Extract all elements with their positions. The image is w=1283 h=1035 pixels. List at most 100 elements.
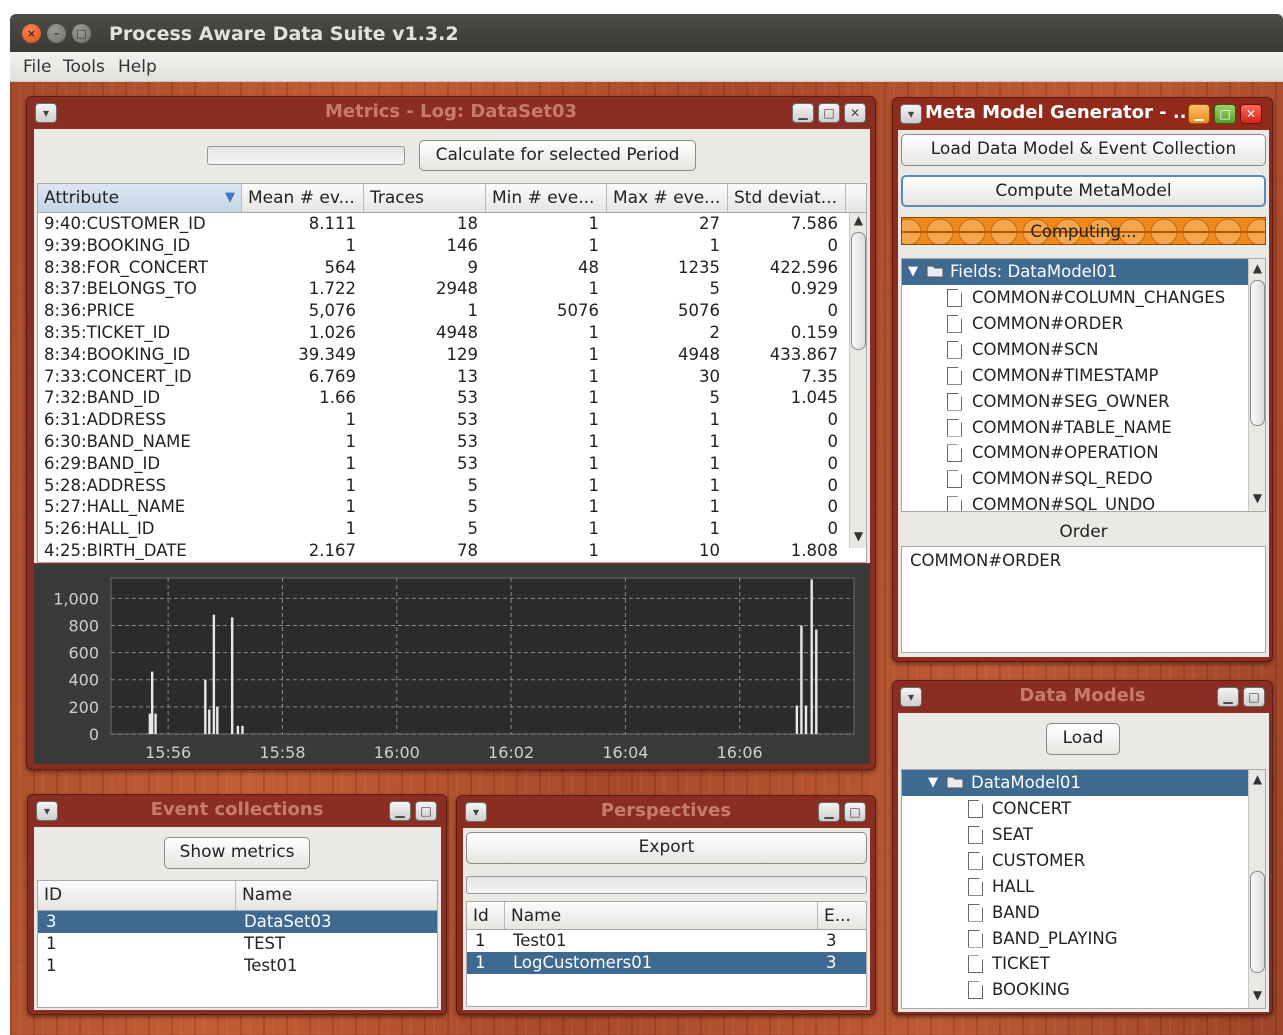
tree-item[interactable]: COMMON#SEG_OWNER — [902, 389, 1248, 415]
frame-minimize-button[interactable]: ▁ — [389, 801, 411, 821]
table-row[interactable]: 6:31:ADDRESS 1 53 1 1 0 — [38, 409, 850, 431]
table-row[interactable]: 3 DataSet03 — [38, 911, 437, 933]
frame-minimize-button[interactable]: ▁ — [792, 103, 814, 123]
frame-minimize-button[interactable]: ▁ — [1188, 104, 1210, 124]
tree-item[interactable]: COMMON#ORDER — [902, 311, 1248, 337]
table-row[interactable]: 9:40:CUSTOMER_ID 8.111 18 1 27 7.586 — [38, 213, 850, 235]
table-row[interactable]: 1 Test01 — [38, 955, 437, 977]
scroll-thumb[interactable] — [1250, 871, 1265, 973]
frame-maximize-button[interactable]: □ — [818, 103, 840, 123]
tree-item[interactable]: BAND_PLAYING — [902, 926, 1248, 952]
meta-model-body: Load Data Model & Event Collection Compu… — [898, 130, 1269, 657]
tree-root-datamodel[interactable]: ▼ DataModel01 — [902, 770, 1248, 796]
menu-help[interactable]: Help — [118, 57, 157, 77]
col-id[interactable]: ID — [38, 881, 236, 910]
tree-item-label: BAND — [992, 902, 1040, 922]
table-cell: 3 — [826, 953, 837, 972]
table-cell: 1 — [588, 366, 600, 386]
col-max-events[interactable]: Max # eve... — [607, 184, 728, 212]
tree-item[interactable]: TICKET — [902, 951, 1248, 977]
frame-maximize-button[interactable]: □ — [1214, 104, 1236, 124]
scroll-up-arrow-icon[interactable]: ▲ — [1249, 772, 1265, 786]
table-row[interactable]: 8:36:PRICE 5,076 1 5076 5076 0 — [38, 300, 850, 322]
table-row[interactable]: 7:32:BAND_ID 1.66 53 1 5 1.045 — [38, 387, 850, 409]
menu-tools[interactable]: Tools — [63, 57, 105, 77]
table-cell: 13 — [457, 366, 478, 386]
tree-item[interactable]: SEAT — [902, 822, 1248, 848]
metrics-vertical-scrollbar[interactable]: ▲ ▼ — [849, 213, 866, 548]
tree-root-fields[interactable]: ▼ Fields: DataModel01 — [902, 259, 1248, 285]
table-row[interactable]: 5:28:ADDRESS 1 5 1 1 0 — [38, 475, 850, 497]
frame-maximize-button[interactable]: □ — [1243, 687, 1265, 707]
tree-item[interactable]: BAND — [902, 900, 1248, 926]
document-icon — [968, 955, 983, 974]
fields-vertical-scrollbar[interactable]: ▲ ▼ — [1248, 259, 1265, 511]
tree-item[interactable]: COMMON#SQL_REDO — [902, 466, 1248, 492]
table-cell: 9:39:BOOKING_ID — [44, 235, 191, 255]
col-name[interactable]: Name — [505, 902, 818, 929]
table-row[interactable]: 4:25:BIRTH_DATE 2.167 78 1 10 1.808 — [38, 540, 850, 562]
table-row[interactable]: 5:26:HALL_ID 1 5 1 1 0 — [38, 518, 850, 540]
menu-file[interactable]: File — [23, 57, 51, 77]
table-row[interactable]: 5:27:HALL_NAME 1 5 1 1 0 — [38, 496, 850, 518]
tree-item[interactable]: CONCERT — [902, 796, 1248, 822]
expand-arrow-icon[interactable]: ▼ — [908, 259, 918, 285]
frame-close-button[interactable]: ✕ — [844, 103, 866, 123]
expand-arrow-icon[interactable]: ▼ — [928, 770, 938, 796]
tree-item[interactable]: COMMON#TABLE_NAME — [902, 415, 1248, 441]
document-icon — [968, 929, 983, 948]
frame-minimize-button[interactable]: ▁ — [818, 802, 840, 822]
tree-item[interactable]: COMMON#SCN — [902, 337, 1248, 363]
scroll-down-arrow-icon[interactable]: ▼ — [1249, 988, 1265, 1002]
tree-item[interactable]: CUSTOMER — [902, 848, 1248, 874]
table-row[interactable]: 8:34:BOOKING_ID 39.349 129 1 4948 433.867 — [38, 344, 850, 366]
frame-close-button[interactable]: ✕ — [1240, 104, 1262, 124]
y-tick-label: 200 — [68, 698, 99, 717]
window-close-button[interactable]: × — [22, 24, 41, 43]
load-data-models-button[interactable]: Load — [1046, 723, 1120, 755]
tree-item[interactable]: COMMON#TIMESTAMP — [902, 363, 1248, 389]
frame-maximize-button[interactable]: □ — [415, 801, 437, 821]
col-min-events[interactable]: Min # eve... — [486, 184, 607, 212]
table-row[interactable]: 6:30:BAND_NAME 1 53 1 1 0 — [38, 431, 850, 453]
selected-field-value[interactable]: COMMON#ORDER — [901, 546, 1266, 653]
frame-minimize-button[interactable]: ▁ — [1217, 687, 1239, 707]
tree-item[interactable]: COMMON#COLUMN_CHANGES — [902, 285, 1248, 311]
col-name[interactable]: Name — [236, 881, 437, 910]
table-row[interactable]: 1 Test01 3 — [467, 930, 866, 952]
col-traces[interactable]: Traces — [364, 184, 486, 212]
export-button[interactable]: Export — [466, 832, 867, 864]
col-id[interactable]: Id — [467, 902, 505, 929]
table-row[interactable]: 8:37:BELONGS_TO 1.722 2948 1 5 0.929 — [38, 278, 850, 300]
table-row[interactable]: 8:38:FOR_CONCERT 564 9 48 1235 422.596 — [38, 257, 850, 279]
table-row[interactable]: 7:33:CONCERT_ID 6.769 13 1 30 7.35 — [38, 366, 850, 388]
calculate-period-button[interactable]: Calculate for selected Period — [419, 140, 696, 171]
scroll-thumb[interactable] — [1250, 280, 1265, 426]
show-metrics-button[interactable]: Show metrics — [164, 837, 310, 869]
col-mean-events[interactable]: Mean # ev... — [242, 184, 364, 212]
scroll-up-arrow-icon[interactable]: ▲ — [850, 213, 866, 227]
tree-item[interactable]: COMMON#SQL_UNDO — [902, 492, 1248, 511]
scroll-down-arrow-icon[interactable]: ▼ — [1249, 491, 1265, 505]
col-std-deviation[interactable]: Std deviat... — [728, 184, 846, 212]
table-row[interactable]: 8:35:TICKET_ID 1.026 4948 1 2 0.159 — [38, 322, 850, 344]
scroll-up-arrow-icon[interactable]: ▲ — [1249, 261, 1265, 275]
document-icon — [947, 470, 962, 489]
load-data-model-button[interactable]: Load Data Model & Event Collection — [901, 134, 1266, 166]
scroll-down-arrow-icon[interactable]: ▼ — [850, 529, 866, 543]
col-events[interactable]: E... — [818, 902, 866, 929]
tree-item[interactable]: COMMON#OPERATION — [902, 440, 1248, 466]
compute-metamodel-button[interactable]: Compute MetaModel — [901, 175, 1266, 207]
scroll-thumb[interactable] — [851, 232, 866, 350]
tree-item[interactable]: HALL — [902, 874, 1248, 900]
table-row[interactable]: 6:29:BAND_ID 1 53 1 1 0 — [38, 453, 850, 475]
tree-item[interactable]: BOOKING — [902, 977, 1248, 1003]
window-maximize-button[interactable]: □ — [72, 24, 91, 43]
table-row[interactable]: 9:39:BOOKING_ID 1 146 1 1 0 — [38, 235, 850, 257]
data-models-vertical-scrollbar[interactable]: ▲ ▼ — [1248, 770, 1265, 1008]
window-minimize-button[interactable]: – — [47, 24, 66, 43]
frame-maximize-button[interactable]: □ — [844, 802, 866, 822]
table-row[interactable]: 1 TEST — [38, 933, 437, 955]
col-attribute[interactable]: Attribute ▼ — [38, 184, 242, 212]
table-row[interactable]: 1 LogCustomers01 3 — [467, 952, 866, 974]
